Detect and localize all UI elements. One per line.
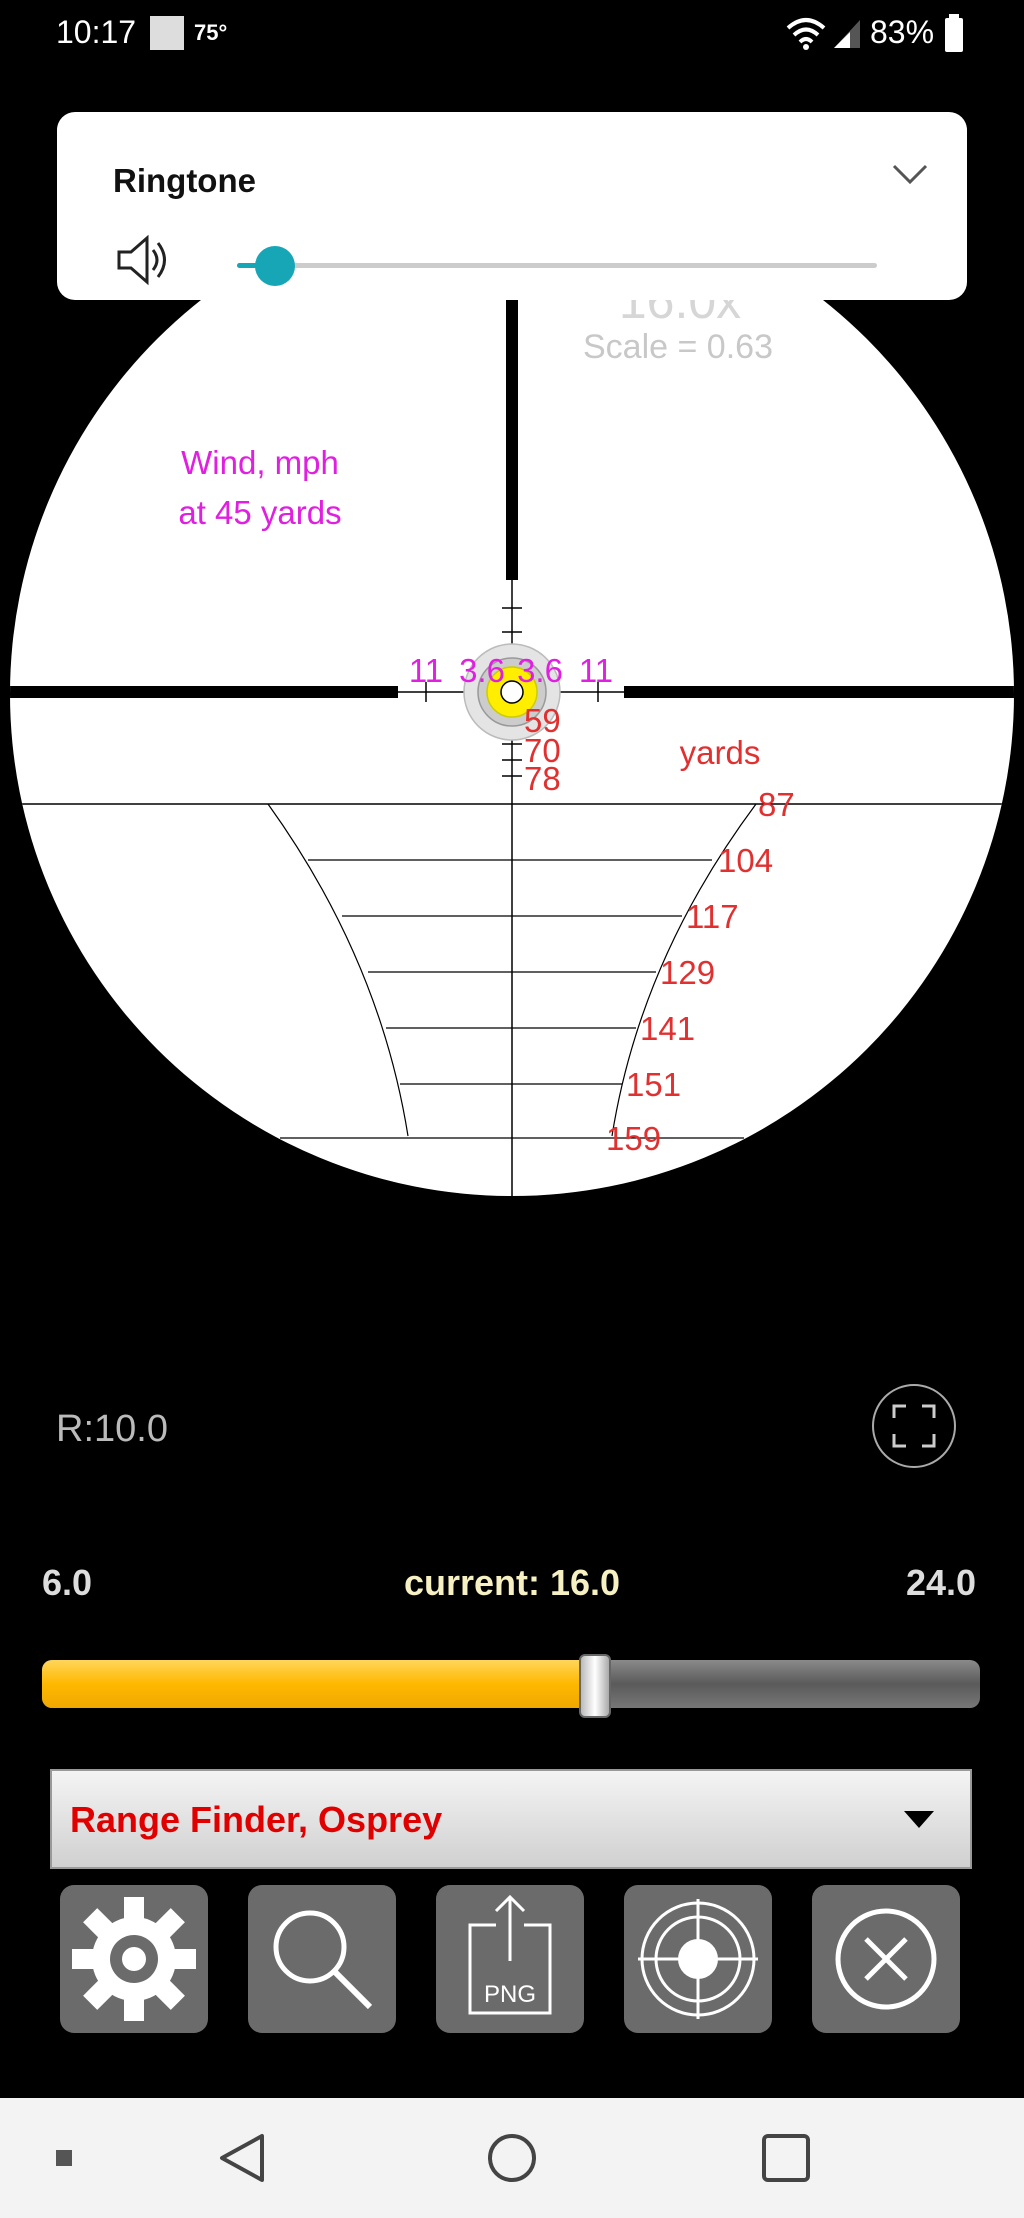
scale-text: Scale = 0.63 <box>583 328 773 366</box>
range-value: 129 <box>660 954 715 991</box>
wind-label-1: Wind, mph <box>181 444 339 481</box>
export-png-button[interactable]: PNG <box>436 1885 584 2033</box>
speaker-icon[interactable] <box>115 232 171 288</box>
fullscreen-icon <box>892 1404 936 1448</box>
gear-icon <box>72 1897 196 2021</box>
reticle-label: R:10.0 <box>56 1408 168 1450</box>
zoom-slider[interactable] <box>42 1654 980 1718</box>
range-value: 141 <box>640 1010 695 1047</box>
battery-percent: 83% <box>870 14 935 50</box>
wind-label-2: at 45 yards <box>178 494 341 531</box>
battery-icon <box>945 14 963 52</box>
yards-label: yards <box>680 734 761 771</box>
search-button[interactable] <box>248 1885 396 2033</box>
export-png-icon <box>468 1894 552 2015</box>
home-icon[interactable] <box>486 2132 538 2184</box>
popup-title: Ringtone <box>113 162 256 199</box>
zoom-slider-handle[interactable] <box>578 1654 611 1718</box>
system-nav-bar <box>0 2098 1024 2218</box>
close-icon <box>835 1908 937 2010</box>
chevron-down-icon[interactable] <box>890 162 930 186</box>
back-icon[interactable] <box>216 2132 268 2184</box>
right-post <box>624 686 1014 698</box>
volume-track[interactable] <box>237 263 877 268</box>
range-value: 87 <box>758 786 795 823</box>
wind-value: 11 <box>579 652 613 689</box>
volume-thumb[interactable] <box>254 246 295 286</box>
wifi-icon <box>786 18 826 50</box>
zoom-current-value: current: 16.0 <box>403 1562 621 1603</box>
search-icon <box>273 1910 373 2010</box>
dropdown-arrow-icon <box>904 1811 934 1828</box>
range-value: 117 <box>686 898 739 935</box>
ringtone-popup: Ringtone <box>57 112 967 300</box>
png-label: PNG <box>483 1981 536 2008</box>
range-value: 104 <box>718 842 773 879</box>
range-value: 78 <box>524 760 561 797</box>
zoom-max-value: 24.0 <box>906 1562 977 1603</box>
signal-icon <box>834 20 860 48</box>
wind-value: 11 <box>409 652 443 689</box>
reticle-select-value: Range Finder, Osprey <box>70 1799 443 1840</box>
status-temperature: 75° <box>194 20 228 45</box>
status-time: 10:17 <box>56 14 137 50</box>
recents-icon[interactable] <box>760 2132 812 2184</box>
notification-icon <box>150 16 184 50</box>
target-icon <box>638 1899 758 2019</box>
zoom-slider-fill <box>42 1660 593 1708</box>
wind-value: 3.6 <box>459 652 505 689</box>
reticle-select[interactable]: Range Finder, Osprey <box>50 1769 972 1869</box>
close-button[interactable] <box>812 1885 960 2033</box>
status-bar: 10:17 75° 83% <box>0 0 1024 70</box>
fullscreen-button[interactable] <box>872 1384 956 1468</box>
range-value: 159 <box>606 1120 661 1157</box>
range-value: 151 <box>626 1066 681 1103</box>
settings-button[interactable] <box>60 1885 208 2033</box>
nav-dot-icon <box>56 2150 72 2166</box>
target-button[interactable] <box>624 1885 772 2033</box>
left-post <box>10 686 398 698</box>
wind-value: 3.6 <box>517 652 563 689</box>
